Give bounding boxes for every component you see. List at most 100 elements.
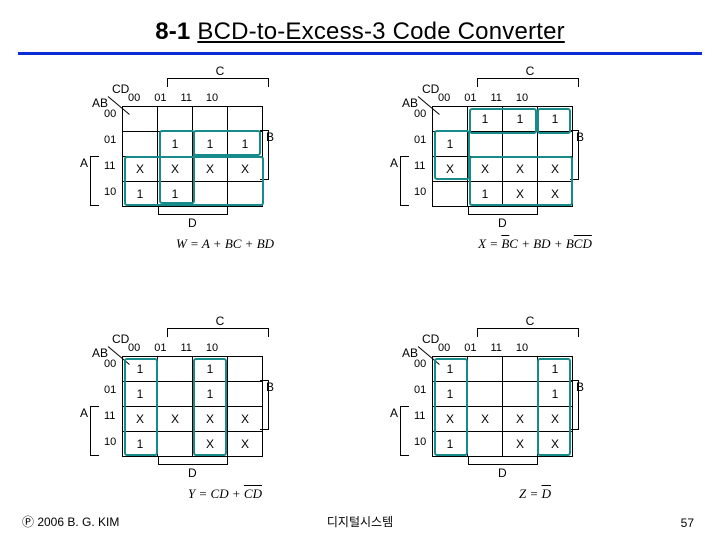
row-header: 00 [104, 358, 116, 370]
kmap-cell [123, 132, 158, 157]
kmap-table: 1111XXXX1XX [432, 356, 573, 457]
kmap-cell: X [503, 157, 538, 182]
row-header: 11 [414, 410, 426, 422]
kmap-cell: X [538, 182, 573, 207]
kmap-cell: X [538, 407, 573, 432]
kmap-cell: X [193, 157, 228, 182]
equation-Z: Z = D [430, 486, 640, 502]
kmap-cell: 1 [193, 357, 228, 382]
kmap-cell: 1 [468, 182, 503, 207]
kmap-cell: X [503, 407, 538, 432]
kmap-table: 1111XXXX1XX [122, 356, 263, 457]
kmap-X: CCDAB00011110000111101111XXXX1XXBADX = B… [390, 64, 640, 274]
d-label: D [188, 466, 197, 480]
kmap-cell: X [468, 157, 503, 182]
kmap-cell [468, 382, 503, 407]
col-header: 00 [128, 342, 140, 354]
kmap-cell [468, 432, 503, 457]
kmap-cell: 1 [538, 382, 573, 407]
col-bracket [477, 78, 579, 87]
a-bracket [400, 156, 409, 206]
col-headers: 00011110 [438, 342, 528, 354]
equation-W: W = A + BC + BD [120, 236, 330, 252]
row-header: 01 [104, 134, 116, 146]
diagonal [110, 86, 130, 106]
a-label: A [390, 406, 398, 420]
row-headers: 00011110 [414, 358, 426, 448]
row-header: 01 [414, 134, 426, 146]
kmap-cell: X [503, 432, 538, 457]
page-number: 57 [681, 516, 694, 530]
kmap-cell: X [123, 407, 158, 432]
a-bracket [90, 156, 99, 206]
col-group-label: C [168, 314, 272, 328]
row-header: 10 [104, 436, 116, 448]
row-header: 11 [104, 410, 116, 422]
kmap-cell [158, 382, 193, 407]
kmap-cell: 1 [433, 432, 468, 457]
row-header: 00 [104, 108, 116, 120]
b-label: B [266, 130, 274, 144]
a-label: A [80, 156, 88, 170]
b-label: B [576, 130, 584, 144]
kmap-Z: CCDAB00011110000111101111XXXX1XXBADZ = D [390, 314, 640, 524]
a-label: A [80, 406, 88, 420]
kmap-grid: CCDAB0001111000011110111XXXX11BADW = A +… [0, 64, 720, 524]
col-header: 11 [491, 92, 502, 104]
kmap-cell: X [468, 407, 503, 432]
kmap-cell [228, 107, 263, 132]
d-label: D [188, 216, 197, 230]
diagonal [110, 336, 130, 356]
kmap-cell [228, 382, 263, 407]
col-header: 10 [206, 92, 218, 104]
row-header: 10 [414, 186, 426, 198]
kmap-cell: X [538, 157, 573, 182]
kmap-cell [503, 382, 538, 407]
col-header: 11 [181, 92, 192, 104]
kmap-W: CCDAB0001111000011110111XXXX11BADW = A +… [80, 64, 330, 274]
kmap-cell: X [158, 407, 193, 432]
equation-X: X = BC + BD + BCD [430, 236, 640, 252]
col-bracket [167, 328, 269, 337]
kmap-Y: CCDAB00011110000111101111XXXX1XXBADY = C… [80, 314, 330, 524]
col-bracket [477, 328, 579, 337]
col-headers: 00011110 [128, 342, 218, 354]
d-bracket [468, 206, 538, 215]
kmap-cell: X [193, 407, 228, 432]
kmap-cell: 1 [123, 182, 158, 207]
kmap-cell: 1 [193, 382, 228, 407]
kmap-cell: 1 [123, 357, 158, 382]
d-bracket [158, 456, 228, 465]
kmap-cell: X [228, 432, 263, 457]
kmap-cell [433, 107, 468, 132]
col-header: 00 [128, 92, 140, 104]
kmap-cell [158, 432, 193, 457]
a-bracket [90, 406, 99, 456]
row-header: 00 [414, 108, 426, 120]
a-bracket [400, 406, 409, 456]
row-header: 10 [104, 186, 116, 198]
row-header: 11 [104, 160, 116, 172]
row-header: 01 [104, 384, 116, 396]
row-headers: 00 01 11 10 [414, 108, 426, 198]
row-header: 11 [414, 160, 426, 172]
kmap-cell [228, 182, 263, 207]
kmap-cell: 1 [123, 382, 158, 407]
col-headers: 00011110 [128, 92, 218, 104]
col-header: 01 [154, 342, 166, 354]
kmap-cell: 1 [433, 382, 468, 407]
col-group-label: C [168, 64, 272, 78]
row-header: 00 [414, 358, 426, 370]
kmap-cell [468, 357, 503, 382]
kmap-cell [158, 107, 193, 132]
diagonal [420, 86, 440, 106]
kmap-cell [538, 132, 573, 157]
d-bracket [468, 456, 538, 465]
diagonal [420, 336, 440, 356]
kmap-cell: 1 [123, 432, 158, 457]
kmap-cell: 1 [503, 107, 538, 132]
col-header: 10 [516, 342, 528, 354]
kmap-cell: X [193, 432, 228, 457]
col-header: 00 [438, 92, 450, 104]
kmap-cell: 1 [228, 132, 263, 157]
